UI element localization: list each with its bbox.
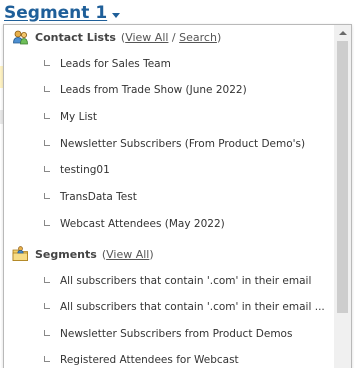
contact-list-item[interactable]: testing01	[44, 162, 110, 178]
list-item-label: Newsletter Subscribers (From Product Dem…	[60, 138, 306, 150]
segments-view-all-link[interactable]: View All	[106, 248, 149, 261]
contact-list-item[interactable]: Leads from Trade Show (June 2022)	[44, 82, 247, 98]
tree-branch-icon	[44, 329, 50, 336]
tree-branch-icon	[44, 165, 50, 172]
list-item-label: My List	[60, 111, 97, 123]
contact-lists-header: Contact Lists ( View All / Search )	[12, 28, 221, 46]
scrollbar-thumb[interactable]	[337, 41, 348, 313]
list-item-label: All subscribers that contain '.com' in t…	[60, 275, 312, 287]
segment-item[interactable]: All subscribers that contain '.com' in t…	[44, 273, 311, 289]
page: Segment 1 Contact Lists ( View All / Sea…	[0, 0, 355, 368]
segments-title: Segments	[35, 247, 97, 261]
list-item-label: Registered Attendees for Webcast	[60, 354, 239, 366]
contact-list-item[interactable]: My List	[44, 109, 97, 125]
contact-list-item[interactable]: Newsletter Subscribers (From Product Dem…	[44, 136, 305, 152]
link-separator: /	[168, 30, 180, 44]
close-paren: )	[149, 247, 154, 261]
segment-item[interactable]: Newsletter Subscribers from Product Demo…	[44, 326, 292, 342]
vertical-scrollbar[interactable]	[334, 25, 351, 368]
list-item-label: Leads from Trade Show (June 2022)	[60, 84, 247, 96]
contact-lists-search-link[interactable]: Search	[179, 31, 217, 44]
tree-branch-icon	[44, 139, 50, 146]
tree-branch-icon	[44, 302, 50, 309]
tree-branch-icon	[44, 276, 50, 283]
segment-item[interactable]: Registered Attendees for Webcast	[44, 352, 239, 368]
scroll-up-button[interactable]	[334, 25, 351, 41]
list-item-label: testing01	[60, 164, 110, 176]
segment-selector-label: Segment 1	[4, 3, 108, 23]
list-item-label: Leads for Sales Team	[60, 58, 171, 70]
list-item-label: All subscribers that contain '.com' in t…	[60, 301, 325, 313]
tree-branch-icon	[44, 219, 50, 226]
tree-branch-icon	[44, 192, 50, 199]
tree-branch-icon	[44, 85, 50, 92]
folder-user-icon	[12, 245, 28, 261]
segment-selector[interactable]: Segment 1	[4, 1, 121, 23]
contact-list-item[interactable]: Webcast Attendees (May 2022)	[44, 216, 225, 232]
contacts-icon	[13, 30, 28, 44]
tree-branch-icon	[44, 112, 50, 119]
dropdown-panel: Contact Lists ( View All / Search ) Lead…	[3, 24, 352, 368]
caret-down-icon	[112, 13, 121, 18]
tree-branch-icon	[44, 355, 50, 362]
contact-lists-title: Contact Lists	[35, 30, 116, 44]
list-item-label: Webcast Attendees (May 2022)	[60, 218, 225, 230]
segment-item[interactable]: All subscribers that contain '.com' in t…	[44, 299, 325, 315]
contact-list-item[interactable]: Leads for Sales Team	[44, 56, 171, 72]
contact-lists-view-all-link[interactable]: View All	[125, 31, 168, 44]
tree-branch-icon	[44, 59, 50, 66]
segments-header: Segments ( View All )	[12, 245, 154, 263]
list-item-label: TransData Test	[60, 191, 137, 203]
list-item-label: Newsletter Subscribers from Product Demo…	[60, 328, 293, 340]
contact-list-item[interactable]: TransData Test	[44, 189, 137, 205]
close-paren: )	[216, 30, 222, 44]
arrow-up-icon	[338, 31, 347, 35]
